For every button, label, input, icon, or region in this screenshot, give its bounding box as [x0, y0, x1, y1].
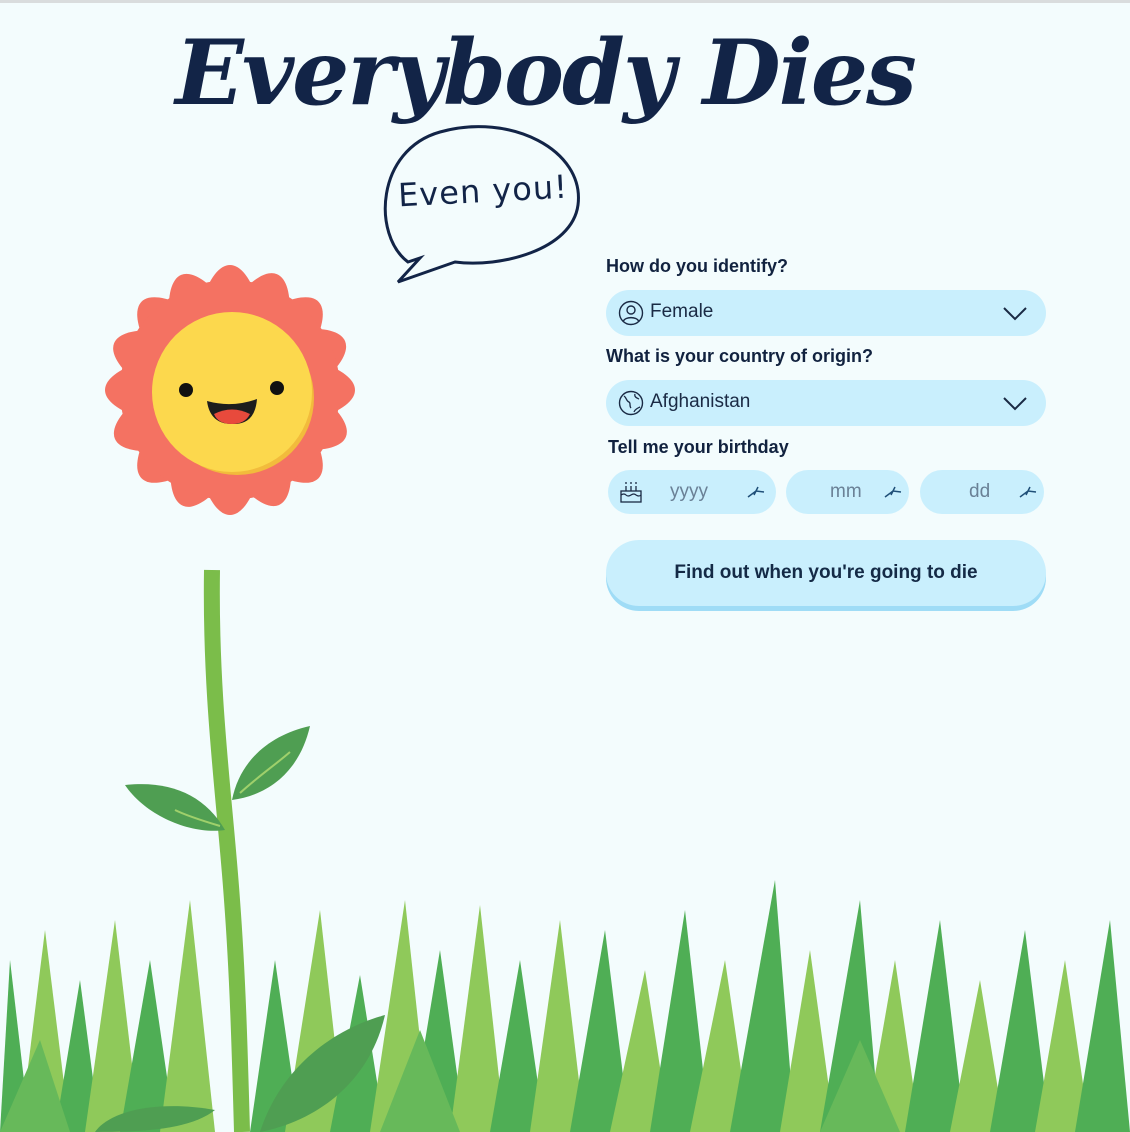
user-circle-icon — [618, 300, 644, 326]
flower-stem — [203, 569, 250, 1132]
birth-day-placeholder: dd — [969, 481, 991, 502]
birth-month-placeholder: mm — [830, 481, 862, 502]
birthday-label: Tell me your birthday — [608, 437, 789, 457]
country-value: Afghanistan — [650, 391, 751, 412]
stepper-arrow-icon — [1019, 486, 1037, 498]
country-label: What is your country of origin? — [606, 346, 873, 366]
country-select[interactable]: Afghanistan — [606, 380, 1046, 426]
gender-value: Female — [650, 301, 714, 322]
flower-face — [152, 312, 312, 472]
chevron-down-icon — [1003, 307, 1027, 321]
chevron-down-icon — [1003, 397, 1027, 411]
birth-month-input[interactable]: mm — [786, 470, 909, 514]
globe-icon — [618, 390, 644, 416]
stepper-arrow-icon — [884, 486, 902, 498]
submit-button[interactable]: Find out when you're going to die — [606, 540, 1046, 606]
birth-year-placeholder: yyyy — [670, 481, 708, 502]
birthday-cake-icon — [620, 482, 642, 503]
birth-day-input[interactable]: dd — [920, 470, 1044, 514]
birth-year-input[interactable]: yyyy — [608, 470, 776, 514]
gender-label: How do you identify? — [606, 256, 788, 276]
gender-select[interactable]: Female — [606, 290, 1046, 336]
stepper-arrow-icon — [747, 486, 765, 498]
grass — [0, 880, 1130, 1132]
